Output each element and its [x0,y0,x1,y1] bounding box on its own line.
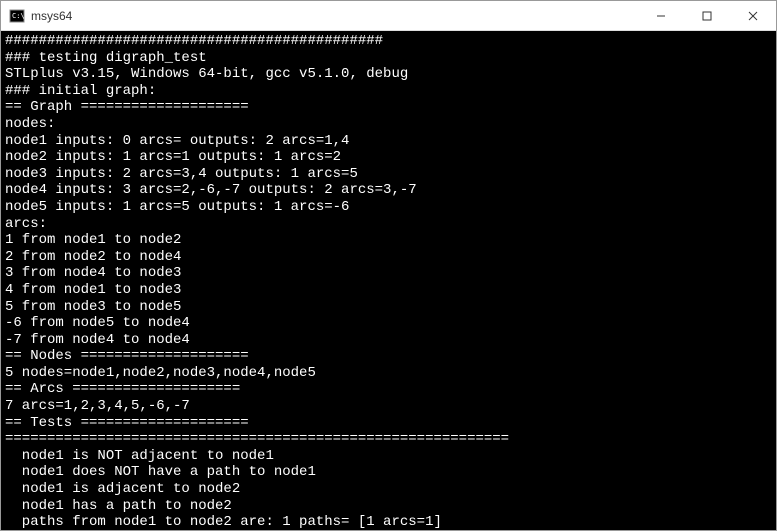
terminal-line: 5 nodes=node1,node2,node3,node4,node5 [5,365,772,382]
terminal-line: ### initial graph: [5,83,772,100]
terminal-line: node1 is NOT adjacent to node1 [5,448,772,465]
terminal-line: ### testing digraph_test [5,50,772,67]
terminal-line: paths from node1 to node2 are: 1 paths= … [5,514,772,530]
terminal-line: 2 from node2 to node4 [5,249,772,266]
terminal-line: -6 from node5 to node4 [5,315,772,332]
terminal-line: node4 inputs: 3 arcs=2,-6,-7 outputs: 2 … [5,182,772,199]
terminal-line: 7 arcs=1,2,3,4,5,-6,-7 [5,398,772,415]
terminal-line: node5 inputs: 1 arcs=5 outputs: 1 arcs=-… [5,199,772,216]
terminal-line: node1 does NOT have a path to node1 [5,464,772,481]
terminal-line: node1 is adjacent to node2 [5,481,772,498]
terminal-line: 3 from node4 to node3 [5,265,772,282]
terminal-line: ========================================… [5,431,772,448]
terminal-line: 5 from node3 to node5 [5,299,772,316]
terminal-line: node3 inputs: 2 arcs=3,4 outputs: 1 arcs… [5,166,772,183]
maximize-button[interactable] [684,1,730,30]
terminal-output[interactable]: ########################################… [1,31,776,530]
terminal-line: == Nodes ==================== [5,348,772,365]
terminal-line: 4 from node1 to node3 [5,282,772,299]
terminal-line: -7 from node4 to node4 [5,332,772,349]
app-window: C:\ msys64 #############################… [0,0,777,531]
terminal-line: == Graph ==================== [5,99,772,116]
terminal-line: ########################################… [5,33,772,50]
close-button[interactable] [730,1,776,30]
minimize-button[interactable] [638,1,684,30]
svg-text:C:\: C:\ [12,12,25,20]
terminal-line: STLplus v3.15, Windows 64-bit, gcc v5.1.… [5,66,772,83]
terminal-icon: C:\ [9,8,25,24]
terminal-line: arcs: [5,216,772,233]
terminal-line: 1 from node1 to node2 [5,232,772,249]
window-controls [638,1,776,30]
terminal-line: nodes: [5,116,772,133]
terminal-line: node2 inputs: 1 arcs=1 outputs: 1 arcs=2 [5,149,772,166]
titlebar[interactable]: C:\ msys64 [1,1,776,31]
terminal-line: == Tests ==================== [5,415,772,432]
terminal-line: node1 has a path to node2 [5,498,772,515]
terminal-line: == Arcs ==================== [5,381,772,398]
window-title: msys64 [31,9,638,23]
terminal-line: node1 inputs: 0 arcs= outputs: 2 arcs=1,… [5,133,772,150]
